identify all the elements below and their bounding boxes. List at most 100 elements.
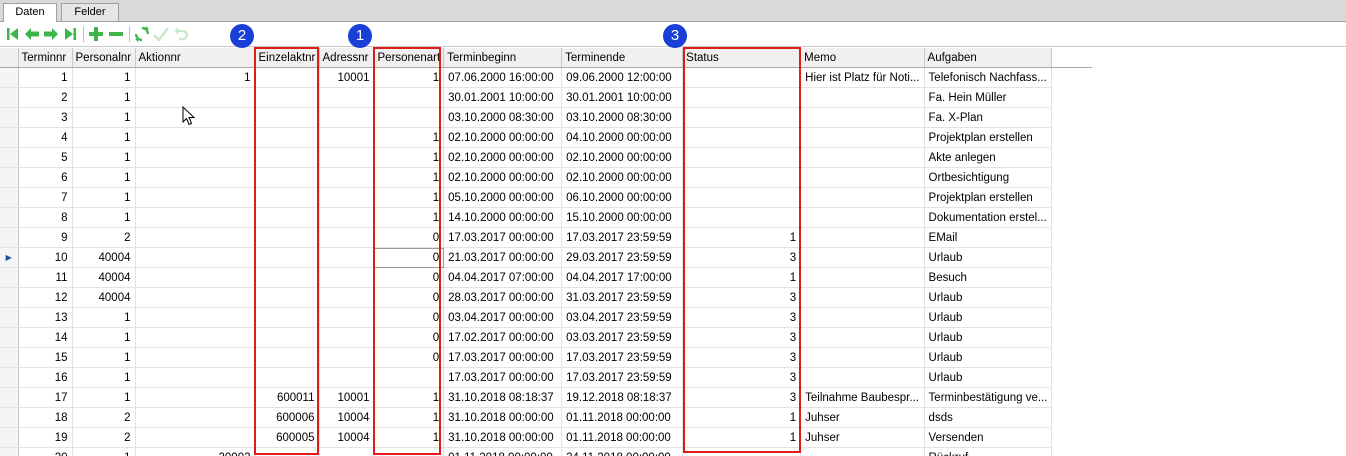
cell-personenart[interactable]: 1 [374,127,445,148]
cell-aktionnr[interactable] [135,247,256,268]
cell-einzelaktnr[interactable] [255,307,320,328]
cell-adressnr[interactable] [319,87,375,108]
cell-aktionnr[interactable]: 1 [135,67,256,88]
cell-personenart[interactable]: 1 [374,207,445,228]
cell-terminende[interactable]: 01.11.2018 00:00:00 [561,407,684,428]
cell-adressnr[interactable] [319,447,375,456]
cell-personenart[interactable]: 0 [374,307,445,328]
cell-memo[interactable] [800,267,925,288]
cell-memo[interactable] [800,187,925,208]
cell-einzelaktnr[interactable] [255,247,320,268]
cell-terminbeginn[interactable]: 03.10.2000 08:30:00 [443,107,563,128]
cell-adressnr[interactable] [319,267,375,288]
cell-adressnr[interactable] [319,167,375,188]
cell-einzelaktnr[interactable] [255,447,320,456]
cell-personenart[interactable]: 1 [374,407,445,428]
table-row[interactable]: 3 1 03.10.2000 08:30:00 03.10.2000 08:30:00… [0,107,1092,128]
cell-aufgaben[interactable]: Projektplan erstellen [924,187,1053,208]
cell-status[interactable]: 3 [682,287,802,308]
cell-aktionnr[interactable]: 20002 [135,447,256,456]
table-row[interactable]: 7 1 1 05.10.2000 00:00:00 06.10.2000 00:00:0… [0,187,1092,208]
cell-personenart[interactable] [374,447,445,456]
cell-status[interactable] [682,187,802,208]
last-record-button[interactable] [61,25,79,43]
cell-aufgaben[interactable]: Projektplan erstellen [924,127,1053,148]
data-grid[interactable]: Terminnr Personalnr Aktionnr Einzelaktnr Adr… [0,48,1346,456]
cell-einzelaktnr[interactable] [255,267,320,288]
cell-status[interactable]: 1 [682,407,802,428]
cell-status[interactable] [682,87,802,108]
cell-personalnr[interactable]: 40004 [72,267,136,288]
cell-personalnr[interactable]: 1 [72,347,136,368]
cell-memo[interactable] [800,207,925,228]
cell-status[interactable]: 3 [682,247,802,268]
cell-terminbeginn[interactable]: 31.10.2018 00:00:00 [443,427,563,448]
cell-adressnr[interactable] [319,127,375,148]
cell-personalnr[interactable]: 40004 [72,287,136,308]
cell-aufgaben[interactable]: Urlaub [924,307,1053,328]
cell-aufgaben[interactable]: Akte anlegen [924,147,1053,168]
column-header-aufgaben[interactable]: Aufgaben [924,48,1053,68]
cell-status[interactable]: 3 [682,367,802,388]
cell-personalnr[interactable]: 2 [72,407,136,428]
row-selector[interactable] [0,67,19,88]
cell-terminende[interactable]: 17.03.2017 23:59:59 [561,227,684,248]
cell-terminbeginn[interactable]: 03.04.2017 00:00:00 [443,307,563,328]
cell-terminende[interactable]: 04.10.2000 00:00:00 [561,127,684,148]
table-row[interactable]: 12 40004 0 28.03.2017 00:00:00 31.03.2017 23… [0,287,1092,308]
cell-personenart[interactable]: 1 [374,167,445,188]
cell-status[interactable]: 3 [682,307,802,328]
table-row[interactable]: 4 1 1 02.10.2000 00:00:00 04.10.2000 00:00:0… [0,127,1092,148]
cell-aufgaben[interactable]: Ortbesichtigung [924,167,1053,188]
cell-terminbeginn[interactable]: 28.03.2017 00:00:00 [443,287,563,308]
delete-record-button[interactable] [107,25,125,43]
cell-memo[interactable]: Juhser [800,407,925,428]
cell-aufgaben[interactable]: Rückruf [924,447,1053,456]
table-row[interactable]: 6 1 1 02.10.2000 00:00:00 02.10.2000 00:00:0… [0,167,1092,188]
cell-terminnr[interactable]: 6 [18,167,73,188]
cell-personenart[interactable]: 1 [374,147,445,168]
cell-einzelaktnr[interactable] [255,227,320,248]
cell-adressnr[interactable] [319,247,375,268]
cell-terminbeginn[interactable]: 30.01.2001 10:00:00 [443,87,563,108]
row-selector[interactable]: ▶ [0,247,19,268]
cell-personalnr[interactable]: 40004 [72,247,136,268]
cell-personenart[interactable]: 1 [374,67,445,88]
cell-personenart[interactable] [374,367,445,388]
cell-aufgaben[interactable]: Telefonisch Nachfass... [924,67,1053,88]
cell-terminbeginn[interactable]: 17.03.2017 00:00:00 [443,367,563,388]
cell-aufgaben[interactable]: EMail [924,227,1053,248]
cell-terminbeginn[interactable]: 05.10.2000 00:00:00 [443,187,563,208]
cell-einzelaktnr[interactable]: 600006 [255,407,320,428]
cell-aktionnr[interactable] [135,267,256,288]
table-row[interactable]: 1 1 1 10001 1 07.06.2000 16:00:00 09.06.2000 1… [0,67,1092,88]
cell-adressnr[interactable]: 10004 [319,407,375,428]
cell-terminnr[interactable]: 16 [18,367,73,388]
cell-terminende[interactable]: 19.12.2018 08:18:37 [561,387,684,408]
cell-terminnr[interactable]: 4 [18,127,73,148]
cell-memo[interactable] [800,347,925,368]
cell-terminnr[interactable]: 10 [18,247,73,268]
cell-terminende[interactable]: 03.04.2017 23:59:59 [561,307,684,328]
cell-personalnr[interactable]: 2 [72,427,136,448]
row-selector[interactable] [0,307,19,328]
cell-terminende[interactable]: 15.10.2000 00:00:00 [561,207,684,228]
next-record-button[interactable] [42,25,60,43]
cell-terminnr[interactable]: 17 [18,387,73,408]
table-row[interactable]: 13 1 0 03.04.2017 00:00:00 03.04.2017 23:59:… [0,307,1092,328]
cell-terminende[interactable]: 17.03.2017 23:59:59 [561,367,684,388]
table-row[interactable]: 18 2 600006 10004 1 31.10.2018 00:00:00 01.11.… [0,407,1092,428]
cell-memo[interactable] [800,367,925,388]
cell-aktionnr[interactable] [135,427,256,448]
tab-daten[interactable]: Daten [3,3,57,22]
cell-personenart[interactable]: 0 [374,327,445,348]
refresh-button[interactable] [133,25,151,43]
cell-personalnr[interactable]: 1 [72,307,136,328]
undo-button[interactable] [171,25,189,43]
cell-terminbeginn[interactable]: 14.10.2000 00:00:00 [443,207,563,228]
cell-personenart[interactable] [374,107,445,128]
confirm-button[interactable] [152,25,170,43]
cell-terminnr[interactable]: 15 [18,347,73,368]
table-row[interactable]: 16 1 17.03.2017 00:00:00 17.03.2017 23:59:5… [0,367,1092,388]
cell-einzelaktnr[interactable] [255,167,320,188]
